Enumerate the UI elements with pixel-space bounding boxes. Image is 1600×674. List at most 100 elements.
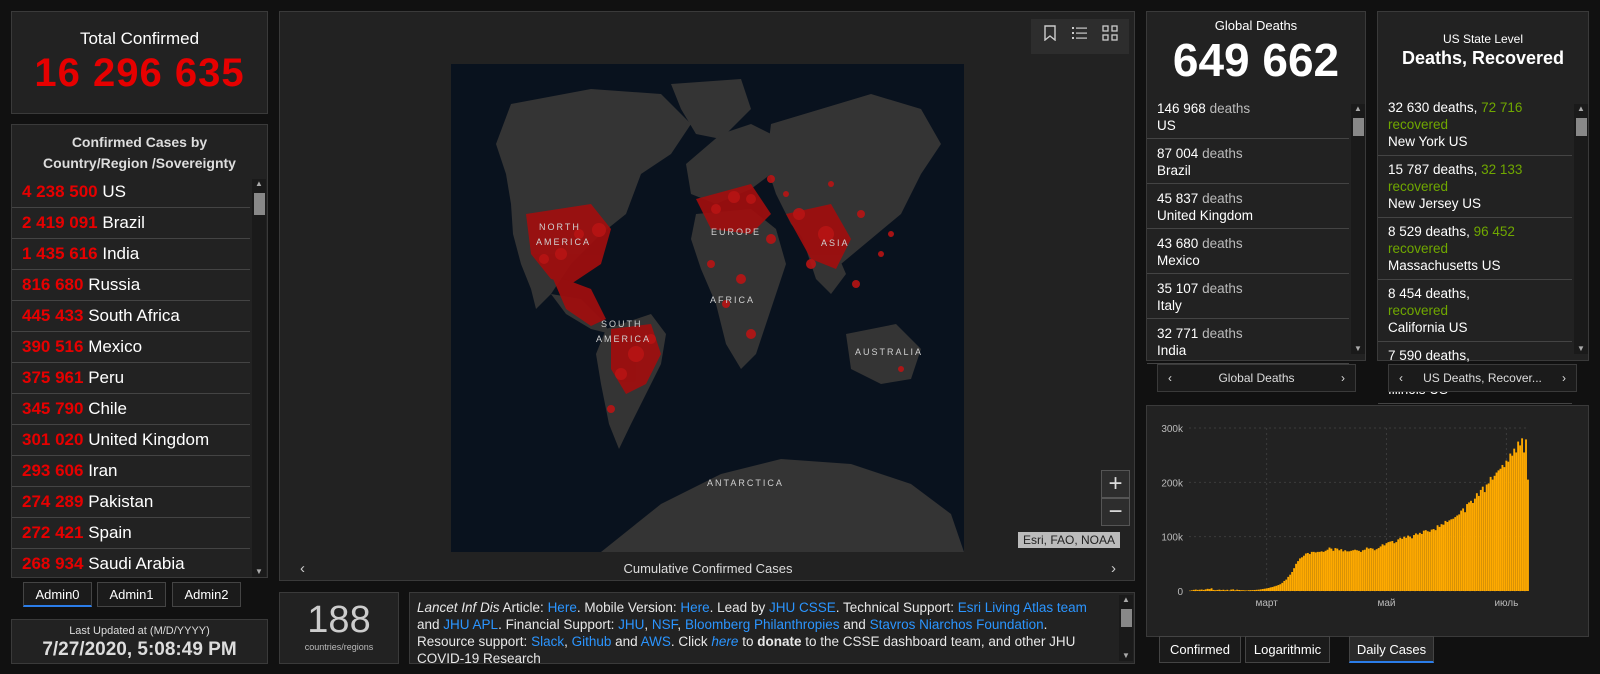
chart-bar xyxy=(1295,563,1297,591)
aws-link[interactable]: AWS xyxy=(641,634,671,649)
bookmark-icon[interactable] xyxy=(1039,25,1061,47)
state-deaths: 15 787 deaths, xyxy=(1388,162,1478,177)
chart-bar xyxy=(1444,520,1447,591)
scroll-thumb[interactable] xyxy=(1353,118,1364,136)
tab-confirmed[interactable]: Confirmed xyxy=(1159,636,1241,663)
scroll-down-icon[interactable]: ▼ xyxy=(1351,344,1365,354)
global-deaths-list: 146 968 deaths US 87 004 deaths Brazil 45 83… xyxy=(1147,94,1349,364)
scroll-down-icon[interactable]: ▼ xyxy=(252,567,266,577)
state-recovered-label: recovered xyxy=(1388,179,1449,194)
country-row[interactable]: 272 421 Spain xyxy=(12,518,250,549)
country-row[interactable]: 4 238 500 US xyxy=(12,177,250,208)
chart-bar xyxy=(1397,539,1400,591)
chart-bar xyxy=(1523,452,1525,591)
country-row[interactable]: 301 020 United Kingdom xyxy=(12,425,250,456)
tab-logarithmic[interactable]: Logarithmic xyxy=(1245,636,1330,663)
state-recovered-label: recovered xyxy=(1388,303,1449,318)
prev-arrow-icon[interactable]: ‹ xyxy=(300,556,305,582)
tab-admin1[interactable]: Admin1 xyxy=(97,582,166,607)
chart-bar xyxy=(1324,550,1327,591)
tab-admin0[interactable]: Admin0 xyxy=(23,582,92,607)
country-name: Peru xyxy=(88,368,125,387)
scroll-up-icon[interactable]: ▲ xyxy=(1119,595,1133,605)
scroll-down-icon[interactable]: ▼ xyxy=(1574,344,1588,354)
basemap-gallery-icon[interactable] xyxy=(1099,25,1121,47)
us-state-scrollbar[interactable]: ▲ ▼ xyxy=(1574,104,1588,354)
info-scrollbar[interactable]: ▲ ▼ xyxy=(1119,595,1133,661)
bloomberg-link[interactable]: Bloomberg Philanthropies xyxy=(685,617,840,632)
jhu-csse-link[interactable]: JHU CSSE xyxy=(769,600,836,615)
country-row[interactable]: 445 433 South Africa xyxy=(12,301,250,332)
us-state-row[interactable]: 8 529 deaths, 96 452 recovered Massachuset… xyxy=(1378,218,1572,280)
chart-bar xyxy=(1393,543,1396,591)
scroll-up-icon[interactable]: ▲ xyxy=(1574,104,1588,114)
scroll-thumb[interactable] xyxy=(254,193,265,215)
scroll-up-icon[interactable]: ▲ xyxy=(252,179,266,189)
zoom-in-button[interactable]: + xyxy=(1101,470,1130,498)
scroll-thumb[interactable] xyxy=(1121,609,1132,627)
country-row[interactable]: 816 680 Russia xyxy=(12,270,250,301)
state-place: California US xyxy=(1388,320,1468,335)
country-row[interactable]: 345 790 Chile xyxy=(12,394,250,425)
country-row[interactable]: 268 934 Saudi Arabia xyxy=(12,549,250,577)
mobile-version-link[interactable]: Here xyxy=(680,600,709,615)
next-arrow-icon[interactable]: › xyxy=(1562,365,1566,391)
death-row[interactable]: 87 004 deaths Brazil xyxy=(1147,139,1349,184)
chart-bar xyxy=(1245,590,1248,591)
state-place: New York US xyxy=(1388,134,1468,149)
next-arrow-icon[interactable]: › xyxy=(1341,365,1345,391)
article-link[interactable]: Here xyxy=(548,600,577,615)
chart-bar xyxy=(1234,590,1237,591)
chart-bar xyxy=(1344,550,1347,591)
jhu-link[interactable]: JHU xyxy=(618,617,644,632)
chart-bar xyxy=(1432,529,1435,591)
death-row[interactable]: 35 107 deaths Italy xyxy=(1147,274,1349,319)
us-state-row[interactable]: 8 454 deaths, recovered California US xyxy=(1378,280,1572,342)
death-row[interactable]: 43 680 deaths Mexico xyxy=(1147,229,1349,274)
country-row[interactable]: 293 606 Iran xyxy=(12,456,250,487)
total-confirmed-value: 16 296 635 xyxy=(34,51,245,95)
country-row[interactable]: 274 289 Pakistan xyxy=(12,487,250,518)
zoom-out-button[interactable]: − xyxy=(1101,498,1130,526)
world-map[interactable]: NORTH AMERICA SOUTH AMERICA EUROPE ASIA … xyxy=(451,64,964,552)
country-list-scrollbar[interactable]: ▲ ▼ xyxy=(252,179,266,577)
chart-bar xyxy=(1200,589,1203,591)
tab-admin2[interactable]: Admin2 xyxy=(172,582,241,607)
state-recovered-label: recovered xyxy=(1388,117,1449,132)
chart-bar xyxy=(1208,589,1211,591)
state-place: New Jersey US xyxy=(1388,196,1482,211)
next-arrow-icon[interactable]: › xyxy=(1111,556,1116,582)
country-row[interactable]: 390 516 Mexico xyxy=(12,332,250,363)
esri-link[interactable]: Esri Living Atlas team xyxy=(958,600,1087,615)
stavros-link[interactable]: Stavros Niarchos Foundation xyxy=(870,617,1044,632)
jhu-apl-link[interactable]: JHU APL xyxy=(443,617,498,632)
country-name: Spain xyxy=(88,523,132,542)
death-row[interactable]: 32 771 deaths India xyxy=(1147,319,1349,364)
scroll-thumb[interactable] xyxy=(1576,118,1587,136)
nsf-link[interactable]: NSF xyxy=(652,617,678,632)
scroll-down-icon[interactable]: ▼ xyxy=(1119,651,1133,661)
death-row[interactable]: 45 837 deaths United Kingdom xyxy=(1147,184,1349,229)
prev-arrow-icon[interactable]: ‹ xyxy=(1168,365,1172,391)
death-row[interactable]: 146 968 deaths US xyxy=(1147,94,1349,139)
prev-arrow-icon[interactable]: ‹ xyxy=(1399,365,1403,391)
death-count: 87 004 xyxy=(1157,146,1199,161)
slack-link[interactable]: Slack xyxy=(531,634,564,649)
scroll-up-icon[interactable]: ▲ xyxy=(1351,104,1365,114)
global-deaths-scrollbar[interactable]: ▲ ▼ xyxy=(1351,104,1365,354)
chart-bar xyxy=(1519,445,1522,591)
chart-bar xyxy=(1458,514,1461,591)
tab-daily-cases[interactable]: Daily Cases xyxy=(1349,636,1434,663)
chart-bar xyxy=(1224,590,1227,591)
chart-bar xyxy=(1242,590,1244,592)
country-row[interactable]: 1 435 616 India xyxy=(12,239,250,270)
country-row[interactable]: 375 961 Peru xyxy=(12,363,250,394)
chart-bar xyxy=(1428,531,1431,591)
chart-bar xyxy=(1314,552,1317,591)
github-link[interactable]: Github xyxy=(572,634,612,649)
legend-list-icon[interactable] xyxy=(1069,25,1091,47)
country-row[interactable]: 2 419 091 Brazil xyxy=(12,208,250,239)
donate-here-link[interactable]: here xyxy=(711,634,738,649)
us-state-row[interactable]: 15 787 deaths, 32 133 recovered New Jersey… xyxy=(1378,156,1572,218)
us-state-row[interactable]: 32 630 deaths, 72 716 recovered New York U… xyxy=(1378,94,1572,156)
